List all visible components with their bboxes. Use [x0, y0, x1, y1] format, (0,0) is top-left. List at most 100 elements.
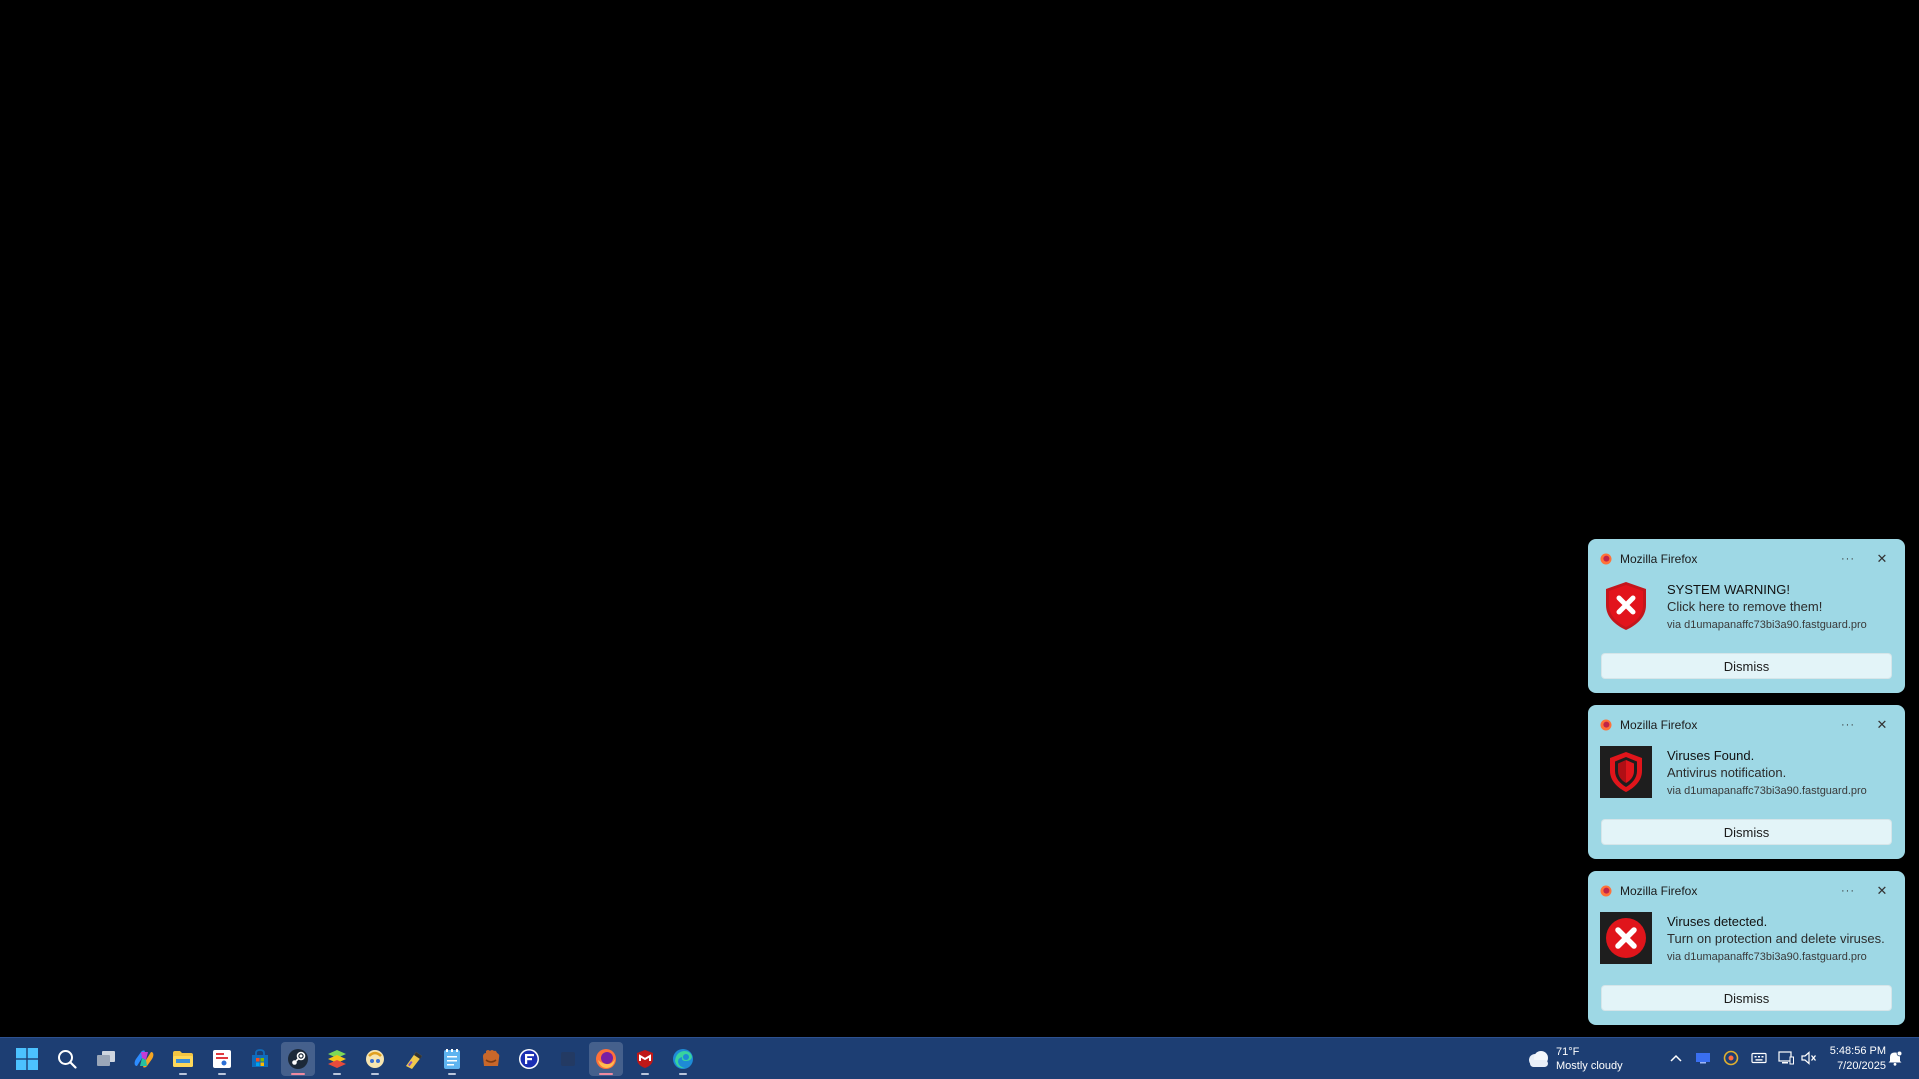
taskbar: 71°F Mostly cloudy	[0, 1037, 1919, 1079]
firefox-icon	[1600, 719, 1612, 731]
display-icon	[1696, 1053, 1710, 1064]
app-name: Mozilla Firefox	[1620, 884, 1698, 898]
active-indicator	[291, 1073, 305, 1075]
notification-body: Turn on protection and delete viruses.	[1667, 931, 1885, 946]
mcafee-icon	[637, 1050, 653, 1068]
emulator-icon	[366, 1050, 384, 1068]
notification-header: Mozilla Firefox ··· ✕	[1600, 549, 1895, 569]
tray-audio-device-button[interactable]	[1722, 1049, 1740, 1067]
copilot-icon	[134, 1050, 154, 1068]
muted-speaker-icon	[1801, 1051, 1817, 1065]
snipping-tool-icon	[213, 1050, 231, 1068]
notification-source: via d1umapanaffc73bi3a90.fastguard.pro	[1667, 951, 1867, 963]
red-shield-dark-icon	[1600, 746, 1652, 798]
dismiss-button[interactable]: Dismiss	[1601, 819, 1892, 845]
audio-device-icon	[1723, 1050, 1739, 1066]
steam-button[interactable]	[281, 1042, 315, 1076]
firefox-button[interactable]	[589, 1042, 623, 1076]
firefox-icon	[1600, 553, 1612, 565]
running-indicator	[218, 1073, 226, 1075]
edge-button[interactable]	[666, 1042, 700, 1076]
dismiss-button[interactable]: Dismiss	[1601, 985, 1892, 1011]
copilot-button[interactable]	[127, 1042, 161, 1076]
running-indicator	[179, 1073, 187, 1075]
running-indicator	[333, 1073, 341, 1075]
fastpass-app-button[interactable]	[512, 1042, 546, 1076]
edge-icon	[673, 1049, 693, 1069]
notification-toast[interactable]: Mozilla Firefox ··· ✕ SYSTEM WARNING! Cl…	[1588, 539, 1905, 693]
show-hidden-icons-button[interactable]	[1667, 1049, 1685, 1067]
tray-display-button[interactable]	[1694, 1049, 1712, 1067]
close-button[interactable]: ✕	[1869, 881, 1895, 901]
microsoft-store-button[interactable]	[243, 1042, 277, 1076]
active-indicator	[599, 1073, 613, 1075]
tray-volume-button[interactable]	[1800, 1049, 1818, 1067]
file-explorer-button[interactable]	[166, 1042, 200, 1076]
game-app-button[interactable]	[358, 1042, 392, 1076]
weather-temperature: 71°F	[1556, 1046, 1580, 1058]
task-view-button[interactable]	[89, 1042, 123, 1076]
fastpass-icon	[519, 1049, 539, 1069]
close-button[interactable]: ✕	[1869, 715, 1895, 735]
tray-network-button[interactable]	[1777, 1049, 1795, 1067]
baseball-glove-icon	[483, 1050, 500, 1066]
blank-app-icon	[561, 1052, 575, 1066]
clock[interactable]: 5:48:56 PM 7/20/2025	[1826, 1045, 1886, 1075]
snipping-tool-button[interactable]	[205, 1042, 239, 1076]
notification-title: Viruses Found.	[1667, 748, 1755, 763]
running-indicator	[448, 1073, 456, 1075]
notification-source: via d1umapanaffc73bi3a90.fastguard.pro	[1667, 619, 1867, 631]
firefox-icon	[596, 1049, 616, 1069]
notification-toast[interactable]: Mozilla Firefox ··· ✕ Viruses Found. Ant…	[1588, 705, 1905, 859]
winrar-icon	[406, 1052, 422, 1069]
notification-center-button[interactable]	[1886, 1049, 1904, 1067]
start-button[interactable]	[10, 1042, 44, 1076]
weather-condition: Mostly cloudy	[1556, 1060, 1623, 1072]
weather-widget[interactable]: 71°F Mostly cloudy	[1526, 1044, 1630, 1074]
archive-app-button[interactable]	[397, 1042, 431, 1076]
firefox-icon	[1600, 885, 1612, 897]
bluestacks-icon	[328, 1050, 346, 1068]
start-icon	[16, 1048, 38, 1070]
running-indicator	[371, 1073, 379, 1075]
task-view-icon	[97, 1051, 115, 1066]
keyboard-icon	[1751, 1052, 1767, 1064]
dismiss-button[interactable]: Dismiss	[1601, 653, 1892, 679]
steam-icon	[288, 1049, 308, 1069]
glove-app-button[interactable]	[474, 1042, 508, 1076]
close-button[interactable]: ✕	[1869, 549, 1895, 569]
microsoft-store-icon	[252, 1049, 268, 1067]
more-options-button[interactable]: ···	[1835, 549, 1861, 569]
more-options-button[interactable]: ···	[1835, 715, 1861, 735]
red-shield-x-icon	[1606, 582, 1646, 630]
blank-app-button[interactable]	[551, 1042, 585, 1076]
network-icon	[1778, 1051, 1794, 1065]
mcafee-button[interactable]	[628, 1042, 662, 1076]
search-icon	[58, 1050, 77, 1069]
clock-date: 7/20/2025	[1837, 1060, 1886, 1072]
clock-time: 5:48:56 PM	[1829, 1045, 1886, 1057]
notepad-icon	[444, 1049, 460, 1069]
notification-body: Click here to remove them!	[1667, 599, 1823, 614]
notification-header: Mozilla Firefox ··· ✕	[1600, 715, 1895, 735]
running-indicator	[679, 1073, 687, 1075]
app-name: Mozilla Firefox	[1620, 718, 1698, 732]
file-explorer-icon	[173, 1051, 193, 1067]
cloudy-weather-icon	[1529, 1051, 1548, 1067]
search-button[interactable]	[50, 1042, 84, 1076]
more-options-button[interactable]: ···	[1835, 881, 1861, 901]
bluestacks-button[interactable]	[320, 1042, 354, 1076]
chevron-up-icon	[1670, 1054, 1682, 1062]
notification-toast[interactable]: Mozilla Firefox ··· ✕ Viruses detected. …	[1588, 871, 1905, 1025]
notepad-button[interactable]	[435, 1042, 469, 1076]
red-circle-x-icon	[1600, 912, 1652, 964]
notification-body: Antivirus notification.	[1667, 765, 1787, 780]
notification-title: Viruses detected.	[1667, 914, 1768, 929]
notification-source: via d1umapanaffc73bi3a90.fastguard.pro	[1667, 785, 1867, 797]
notification-header: Mozilla Firefox ··· ✕	[1600, 881, 1895, 901]
running-indicator	[641, 1073, 649, 1075]
notification-title: SYSTEM WARNING!	[1667, 582, 1791, 597]
tray-keyboard-button[interactable]	[1750, 1049, 1768, 1067]
app-name: Mozilla Firefox	[1620, 552, 1698, 566]
notification-bell-icon	[1888, 1050, 1903, 1066]
